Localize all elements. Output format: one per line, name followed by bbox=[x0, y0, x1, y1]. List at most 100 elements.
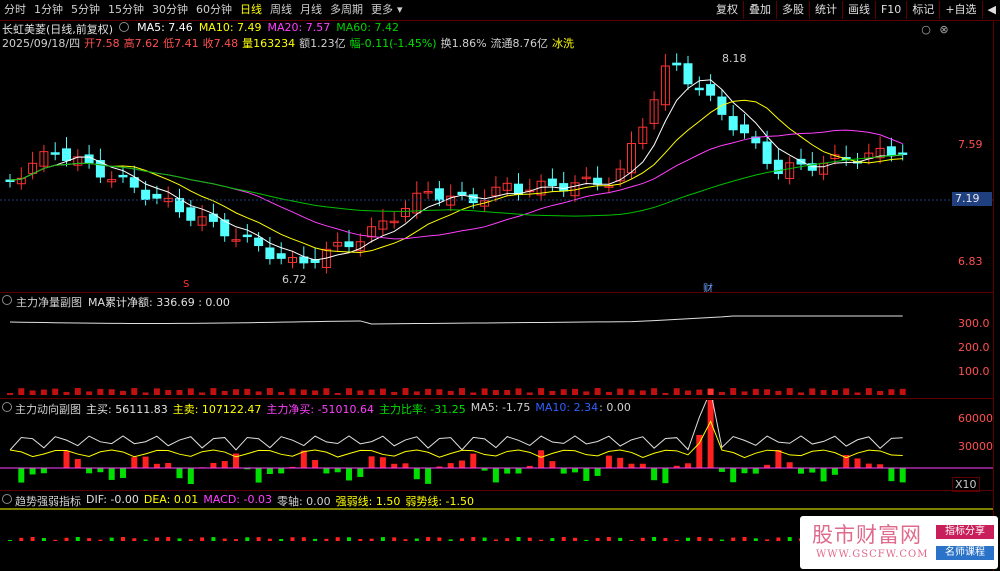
macd-bar bbox=[313, 538, 318, 541]
net-volume-bar bbox=[7, 393, 13, 395]
macd-bar bbox=[166, 537, 171, 541]
main-force-chart[interactable] bbox=[0, 400, 993, 490]
macd-bar bbox=[53, 539, 58, 541]
net-volume-bar bbox=[470, 392, 477, 395]
toolbar-button-8[interactable]: ◀ bbox=[981, 1, 1000, 19]
main-force-bar bbox=[831, 468, 838, 475]
candle-body bbox=[276, 253, 286, 259]
macd-bar bbox=[177, 538, 182, 541]
main-force-bar bbox=[176, 468, 183, 479]
axis-label-high: 7.59 bbox=[958, 138, 983, 151]
tab-8[interactable]: 月线 bbox=[296, 0, 326, 20]
watermark-badge-course[interactable]: 名师课程 bbox=[936, 546, 994, 560]
net-volume-bar bbox=[481, 388, 488, 395]
macd-bar bbox=[234, 539, 238, 541]
candle-body bbox=[694, 87, 704, 91]
main-force-bar bbox=[210, 462, 217, 468]
net-volume-bar bbox=[741, 391, 748, 395]
axis-label-low: 6.83 bbox=[958, 255, 983, 268]
tab-9[interactable]: 多周期 bbox=[326, 0, 367, 20]
tab-5[interactable]: 60分钟 bbox=[192, 0, 236, 20]
tab-4[interactable]: 30分钟 bbox=[148, 0, 192, 20]
s-marker[interactable]: S bbox=[183, 279, 189, 290]
chevron-down-icon[interactable]: ▾ bbox=[397, 0, 407, 20]
net-volume-bar bbox=[413, 391, 420, 395]
net-volume-bar bbox=[538, 388, 545, 395]
toolbar-button-7[interactable]: +自选 bbox=[939, 1, 981, 19]
candle-body bbox=[50, 152, 60, 155]
net-volume-bar bbox=[210, 388, 217, 395]
settings-small-icon[interactable]: ○ bbox=[920, 24, 932, 36]
net-volume-bar bbox=[572, 388, 578, 395]
main-force-bar bbox=[730, 468, 737, 483]
net-volume-bar bbox=[696, 389, 703, 395]
main-force-bar bbox=[97, 468, 104, 473]
main-force-bar bbox=[504, 468, 511, 474]
candle-body bbox=[129, 177, 139, 188]
p1-axis-300: 300.0 bbox=[958, 317, 990, 330]
macd-bar bbox=[19, 537, 24, 541]
net-volume-bar bbox=[18, 388, 25, 395]
toolbar-button-1[interactable]: 叠加 bbox=[742, 1, 776, 19]
tab-6[interactable]: 日线 bbox=[236, 0, 266, 20]
candle-body bbox=[762, 141, 772, 164]
toolbar-button-3[interactable]: 统计 bbox=[808, 1, 842, 19]
macd-bar bbox=[686, 537, 690, 541]
candle-body bbox=[118, 174, 128, 178]
net-volume-bar bbox=[120, 390, 126, 395]
macd-bar bbox=[347, 537, 351, 541]
main-force-bar bbox=[312, 460, 319, 468]
divider bbox=[0, 292, 993, 293]
candle-body bbox=[593, 177, 603, 185]
net-volume-bar bbox=[153, 388, 160, 395]
net-volume-bar bbox=[820, 389, 827, 395]
main-force-bar bbox=[300, 450, 307, 468]
main-force-bar bbox=[718, 468, 725, 472]
main-force-bar bbox=[142, 456, 149, 468]
macd-bar bbox=[731, 537, 736, 541]
macd-bar bbox=[527, 537, 532, 541]
net-volume-bar bbox=[108, 389, 115, 395]
toolbar-button-5[interactable]: F10 bbox=[874, 1, 906, 19]
net-volume-bar bbox=[775, 390, 782, 395]
tab-0[interactable]: 分时 bbox=[0, 0, 30, 20]
main-force-bar bbox=[605, 455, 612, 468]
toolbar-button-0[interactable]: 复权 bbox=[711, 1, 743, 19]
candle-body bbox=[728, 116, 738, 131]
macd-bar bbox=[652, 537, 657, 541]
tab-7[interactable]: 周线 bbox=[266, 0, 296, 20]
candle-body bbox=[344, 241, 354, 248]
macd-bar bbox=[301, 537, 306, 541]
tab-1[interactable]: 1分钟 bbox=[30, 0, 67, 20]
tab-3[interactable]: 15分钟 bbox=[104, 0, 148, 20]
candle-body bbox=[547, 178, 557, 187]
net-volume-bar bbox=[515, 388, 522, 395]
macd-bar bbox=[776, 537, 781, 541]
main-force-bar bbox=[86, 468, 93, 474]
p1-axis-100: 100.0 bbox=[958, 365, 990, 378]
net-volume-bar bbox=[436, 389, 443, 395]
watermark-badge-share[interactable]: 指标分享 bbox=[936, 525, 994, 539]
macd-bar bbox=[719, 539, 724, 541]
tab-10[interactable]: 更多 bbox=[367, 0, 397, 20]
candle-body bbox=[141, 189, 151, 200]
main-force-bar bbox=[651, 468, 658, 481]
net-volume-bar bbox=[651, 388, 658, 395]
ma10-line bbox=[9, 99, 903, 254]
toolbar-button-6[interactable]: 标记 bbox=[906, 1, 939, 19]
toolbar-button-4[interactable]: 画线 bbox=[841, 1, 875, 19]
main-force-bar bbox=[153, 463, 160, 468]
net-volume-chart[interactable] bbox=[0, 294, 993, 398]
macd-bar bbox=[765, 539, 770, 541]
main-force-bar bbox=[775, 450, 782, 468]
net-volume-bar bbox=[639, 390, 646, 395]
main-force-bar bbox=[549, 461, 556, 468]
macd-bar bbox=[516, 537, 521, 541]
net-volume-bar bbox=[357, 390, 364, 395]
candlestick-chart[interactable] bbox=[0, 40, 993, 292]
main-force-bar bbox=[685, 463, 691, 468]
toolbar-button-2[interactable]: 多股 bbox=[775, 1, 809, 19]
close-icon[interactable]: ⊗ bbox=[938, 24, 950, 36]
main-force-bar bbox=[391, 463, 398, 468]
tab-2[interactable]: 5分钟 bbox=[67, 0, 104, 20]
